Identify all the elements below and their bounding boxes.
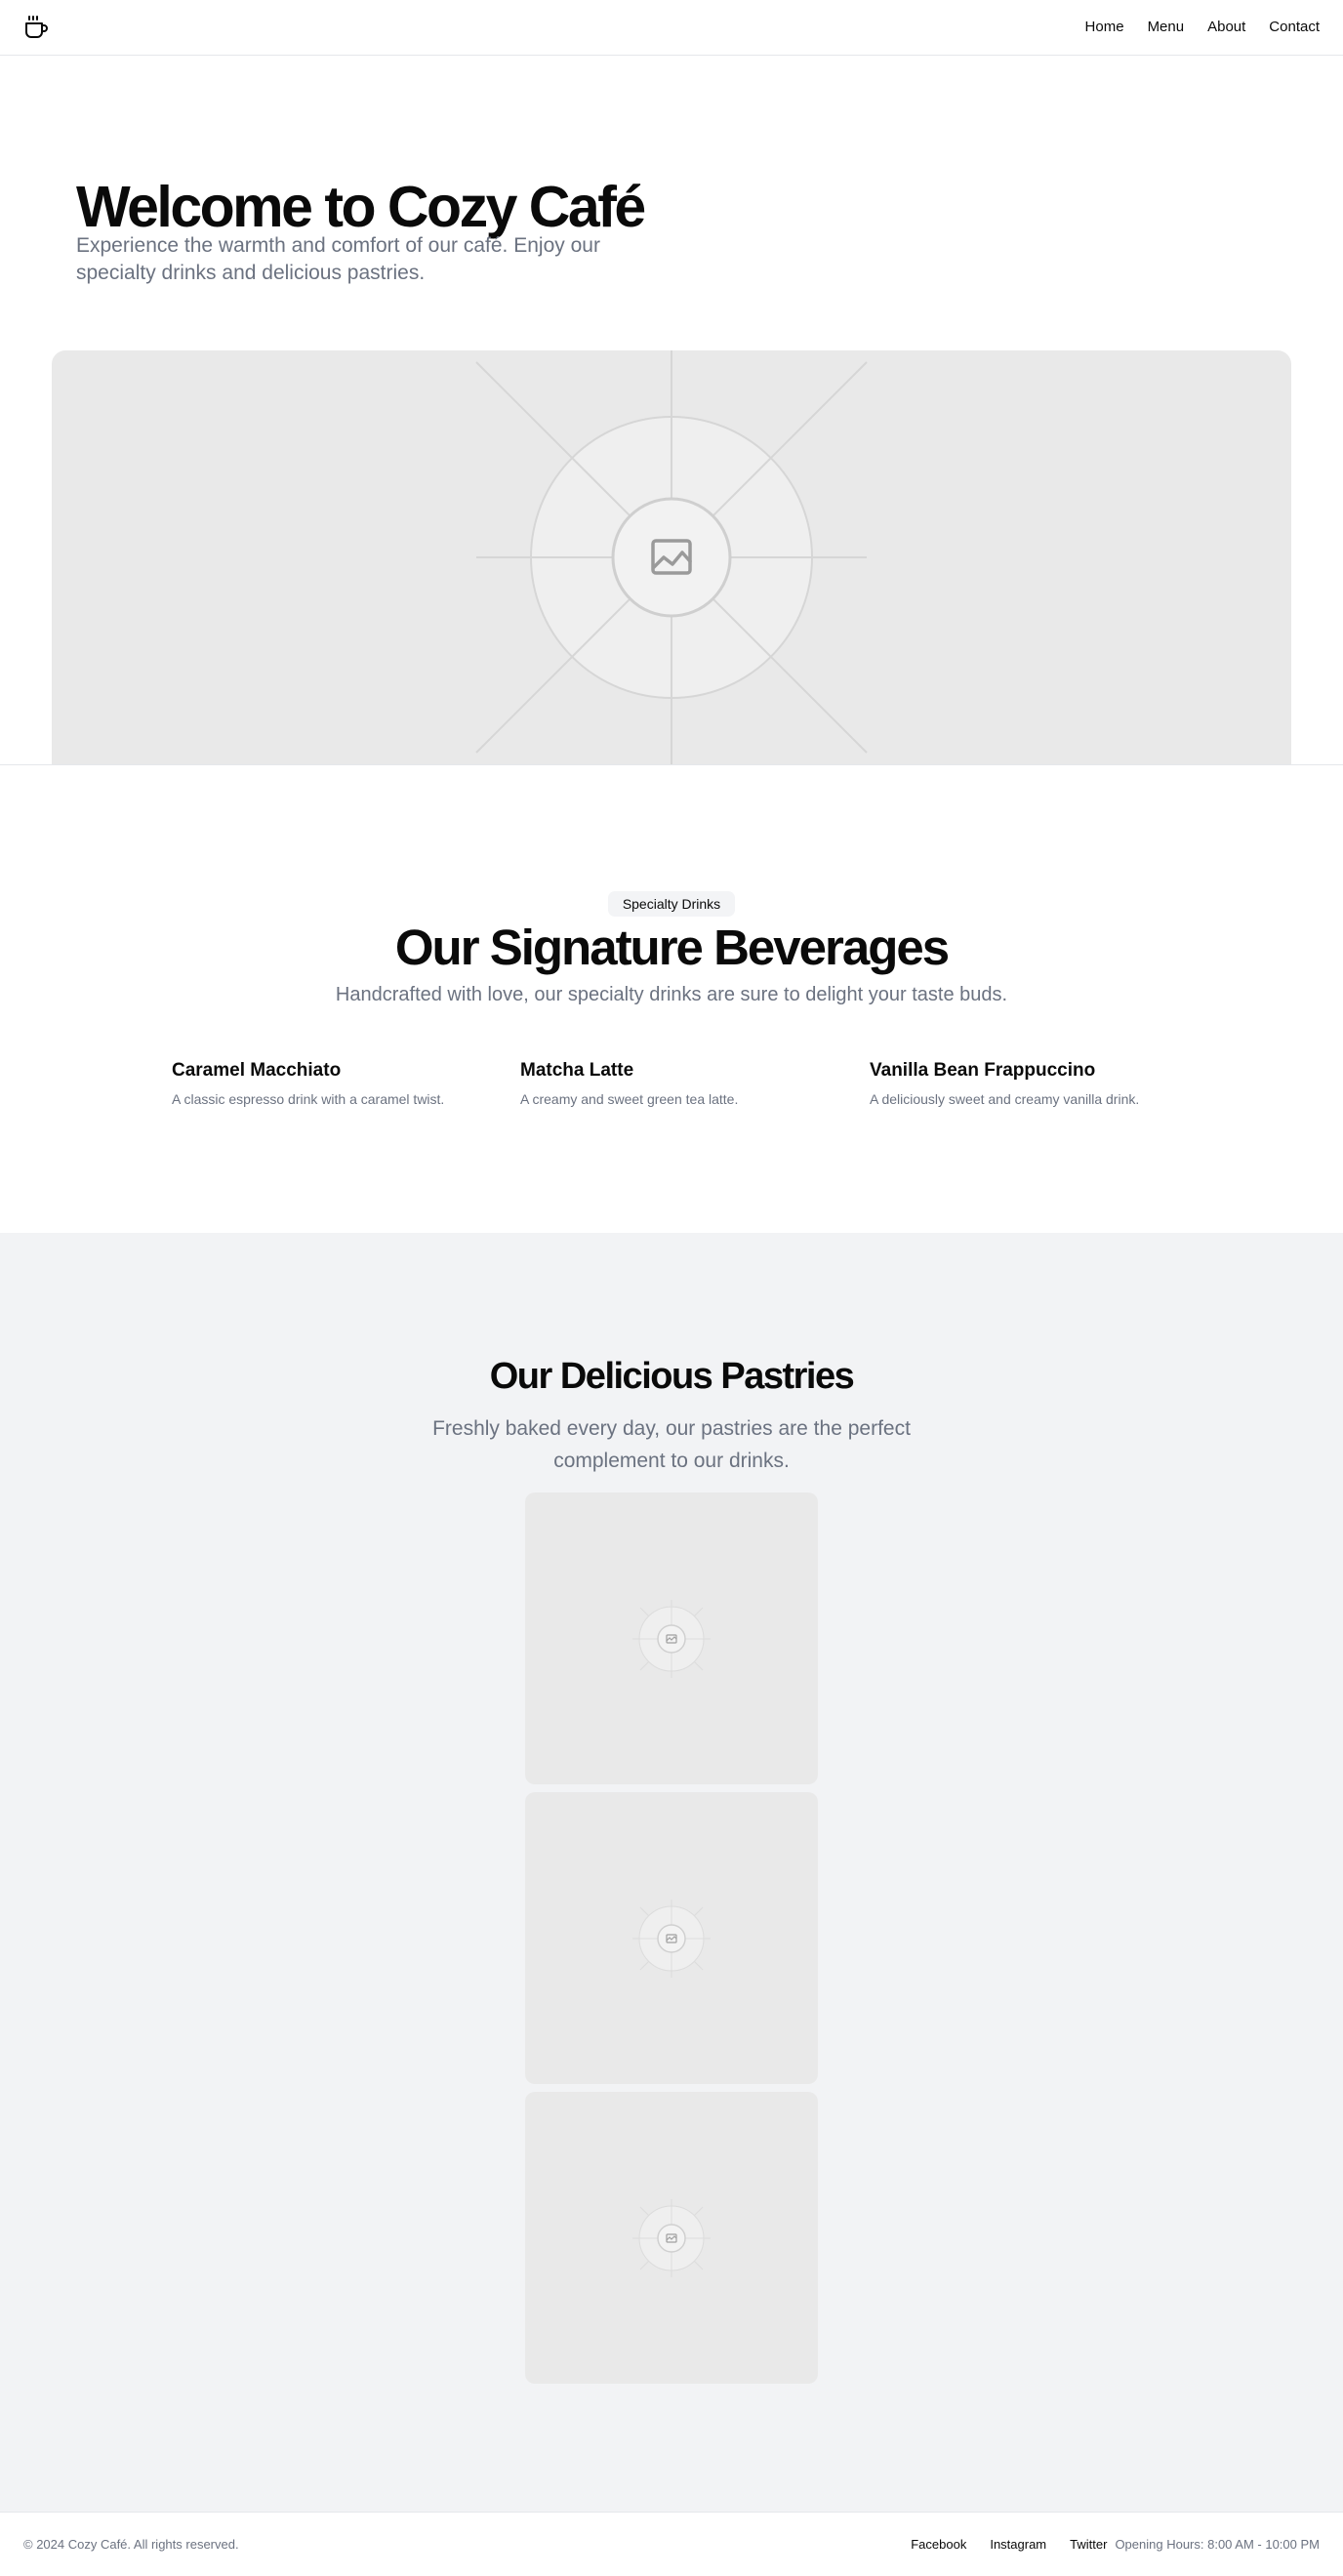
image-placeholder-icon xyxy=(632,2199,711,2277)
site-footer: © 2024 Cozy Café. All rights reserved. F… xyxy=(0,2512,1343,2576)
drink-item: Vanilla Bean Frappuccino A deliciously s… xyxy=(870,1058,1192,1109)
site-header: Home Menu About Contact xyxy=(0,0,1343,56)
drink-description: A creamy and sweet green tea latte. xyxy=(520,1091,739,1107)
drink-item: Caramel Macchiato A classic espresso dri… xyxy=(172,1058,494,1109)
pastry-image-placeholder xyxy=(525,2092,818,2384)
pastries-section: Our Delicious Pastries Freshly baked eve… xyxy=(0,1233,1343,2512)
drink-name: Vanilla Bean Frappuccino xyxy=(870,1060,1096,1081)
nav-link-about[interactable]: About xyxy=(1207,18,1245,37)
image-placeholder-icon xyxy=(475,350,868,765)
drink-name: Caramel Macchiato xyxy=(172,1060,342,1081)
beverages-subtitle: Handcrafted with love, our specialty dri… xyxy=(335,984,1008,1005)
nav-link-contact[interactable]: Contact xyxy=(1269,18,1320,37)
specialty-badge: Specialty Drinks xyxy=(608,891,735,917)
opening-hours: Opening Hours: 8:00 AM - 10:00 PM xyxy=(1115,2537,1320,2552)
main-nav: Home Menu About Contact xyxy=(1085,18,1320,37)
hero-subtitle: Experience the warmth and comfort of our… xyxy=(76,234,600,284)
image-placeholder-icon xyxy=(632,1600,711,1678)
footer-link-instagram[interactable]: Instagram xyxy=(990,2536,1046,2554)
drink-description: A deliciously sweet and creamy vanilla d… xyxy=(870,1091,1140,1107)
nav-link-home[interactable]: Home xyxy=(1085,18,1124,37)
footer-link-facebook[interactable]: Facebook xyxy=(911,2536,966,2554)
pastry-image-placeholder xyxy=(525,1492,818,1784)
pastries-title: Our Delicious Pastries xyxy=(489,1356,855,1397)
hero-image-placeholder xyxy=(52,350,1291,765)
pastry-image-placeholder xyxy=(525,1792,818,2084)
pastries-subtitle: Freshly baked every day, our pastries ar… xyxy=(432,1417,911,1472)
image-placeholder-icon xyxy=(632,1900,711,1978)
nav-link-menu[interactable]: Menu xyxy=(1148,18,1185,37)
footer-links: Facebook Instagram Twitter Opening Hours… xyxy=(911,2536,1320,2554)
footer-link-twitter[interactable]: Twitter xyxy=(1070,2536,1107,2554)
beverages-title: Our Signature Beverages xyxy=(394,920,950,975)
drink-item: Matcha Latte A creamy and sweet green te… xyxy=(520,1058,842,1109)
drink-description: A classic espresso drink with a caramel … xyxy=(172,1091,445,1107)
drink-name: Matcha Latte xyxy=(520,1060,634,1081)
coffee-cup-icon[interactable] xyxy=(23,16,49,39)
copyright-text: © 2024 Cozy Café. All rights reserved. xyxy=(23,2537,239,2552)
section-divider xyxy=(0,764,1343,765)
